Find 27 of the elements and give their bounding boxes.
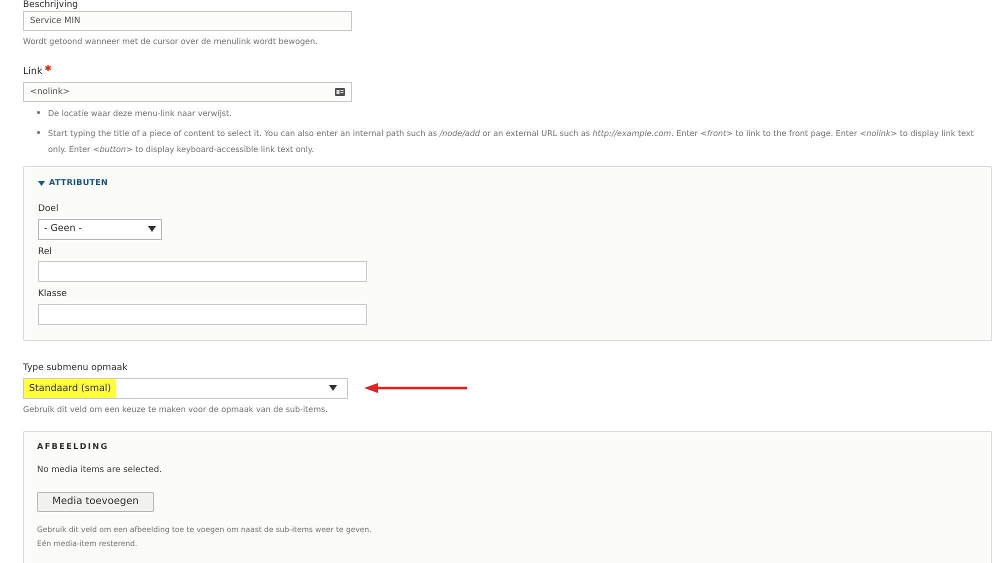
caret-icon — [38, 180, 45, 186]
field-label: Beschrijving — [23, 0, 79, 10]
help-text: Start typing the title of a piece of content to select it. You can also enter an internal path such as /node/add or an external URL such as http://example.com. Enter <front> to link to the front page. Enter <nolink> to display link text only. Enter <button> to display keyboard-accessible link text only. — [48, 128, 975, 156]
add-media-button[interactable]: Media toevoegen — [37, 492, 154, 512]
caret-icon — [329, 385, 337, 392]
field-label: Link — [23, 65, 42, 79]
bullet-icon — [37, 111, 40, 114]
input-field[interactable]: Service MIN — [23, 11, 352, 31]
input-field[interactable]: <nolink> — [23, 82, 352, 102]
select-field[interactable]: - Geen - — [38, 218, 162, 240]
field-label: Doel — [38, 203, 60, 216]
section-title: AFBEELDING — [37, 440, 110, 453]
field-label: Rel — [38, 246, 53, 259]
address-card-icon — [335, 88, 345, 96]
field-label: Type submenu opmaak — [23, 362, 128, 376]
input-field[interactable] — [38, 304, 367, 325]
field-value: <nolink> — [30, 86, 70, 99]
status-text: No media items are selected. — [37, 464, 163, 476]
help-text: Wordt getoond wanneer met de cursor over de menulink wordt bewogen. — [23, 36, 319, 48]
details-toggle[interactable]: ATTRIBUTEN — [38, 177, 108, 190]
input-field[interactable] — [38, 261, 367, 282]
caret-icon — [148, 226, 156, 232]
help-text: Gebruik dit veld om een keuze te maken voor de opmaak van de sub-items. — [23, 404, 329, 416]
field-label: Klasse — [38, 288, 68, 302]
select-field[interactable]: Standaard (smal) — [23, 378, 348, 399]
bullet-icon — [37, 131, 40, 134]
help-text: De locatie waar deze menu-link naar verwijst. — [48, 108, 232, 120]
